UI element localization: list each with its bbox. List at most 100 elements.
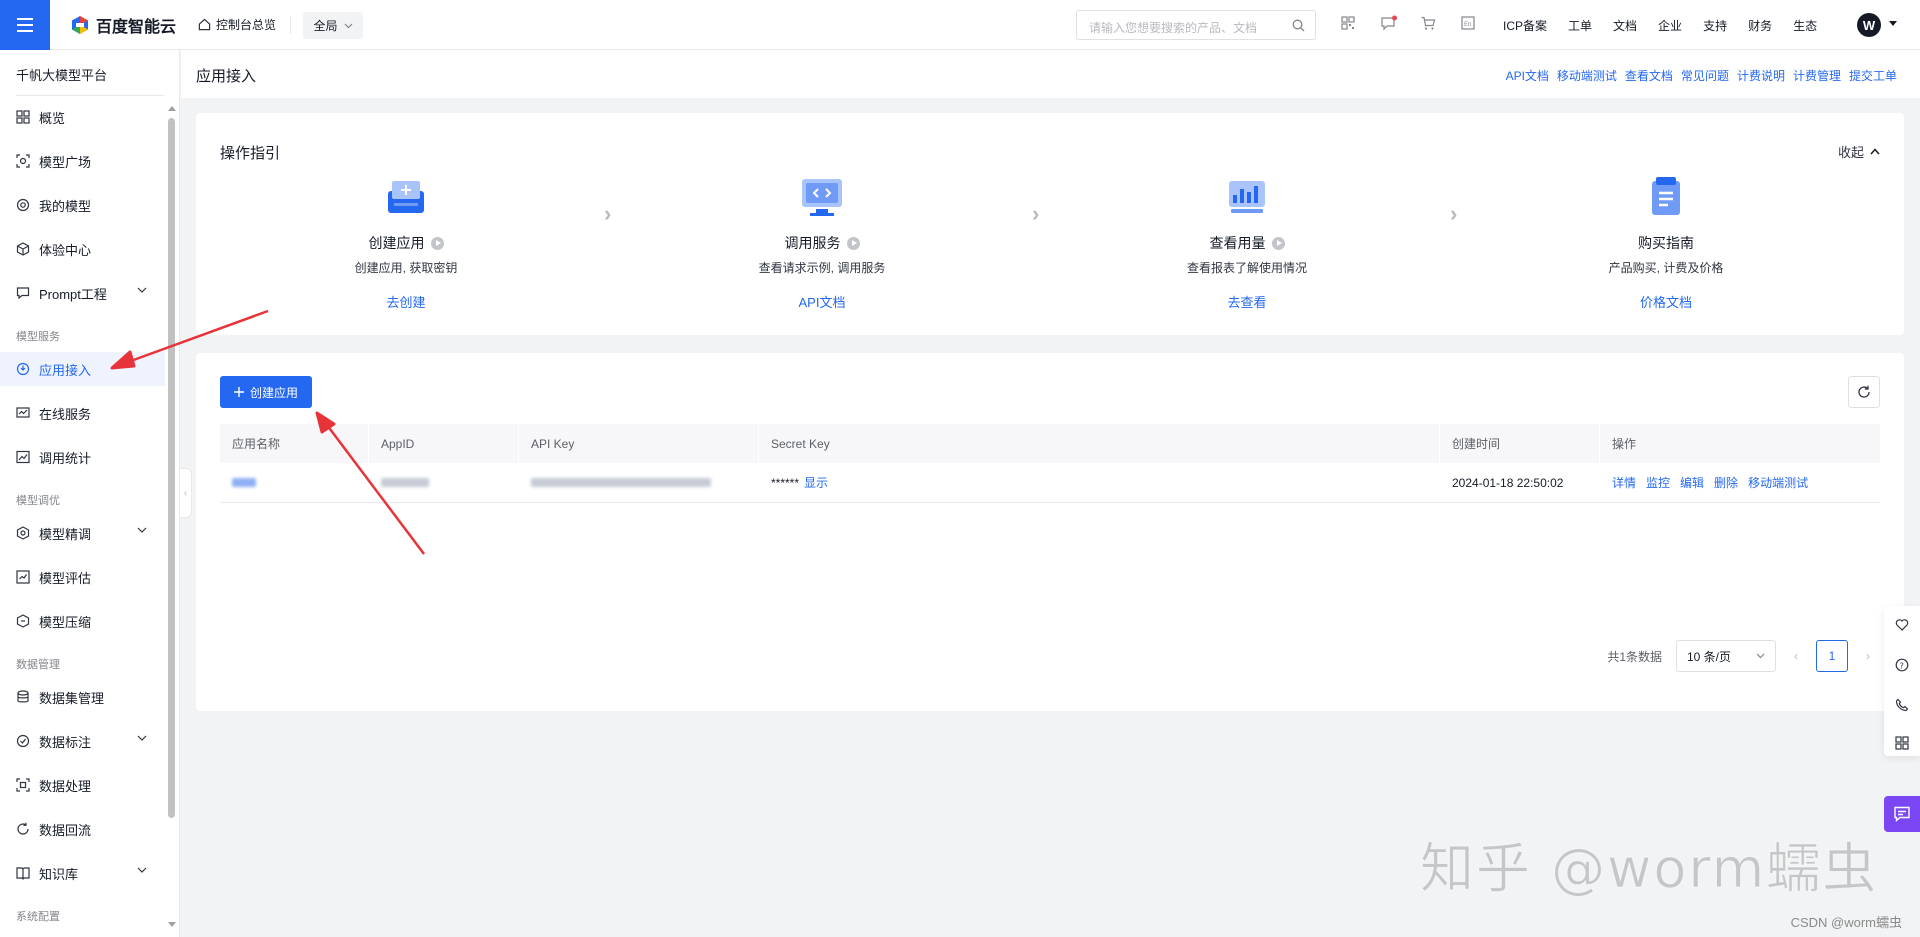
nav-link-docs[interactable]: 文档 <box>1613 17 1637 34</box>
go-view-link[interactable]: 去查看 <box>1137 292 1357 311</box>
reflow-icon <box>16 822 30 836</box>
refresh-button[interactable] <box>1848 376 1880 408</box>
sidebar-item-dataset[interactable]: 数据集管理 <box>0 680 165 714</box>
sidebar-scrollbar[interactable] <box>168 118 175 818</box>
sidebar-item-label: 调用统计 <box>39 450 92 466</box>
play-video-icon[interactable] <box>430 236 444 250</box>
chevron-down-icon[interactable] <box>137 287 147 293</box>
sidebar-item-finetune[interactable]: 模型精调 <box>0 516 165 550</box>
sidebar-item-label: 模型精调 <box>39 526 92 542</box>
sidebar-item-model-square[interactable]: 模型广场 <box>0 144 165 178</box>
api-doc-step-link[interactable]: API文档 <box>712 292 932 311</box>
play-video-icon[interactable] <box>1271 236 1285 250</box>
next-page-icon[interactable]: › <box>1856 649 1880 663</box>
go-create-link[interactable]: 去创建 <box>296 292 516 311</box>
faq-link[interactable]: 常见问题 <box>1681 67 1729 84</box>
col-header-created-time[interactable]: 创建时间 <box>1440 424 1600 463</box>
api-doc-link[interactable]: API文档 <box>1506 67 1549 84</box>
app-name-cell[interactable] <box>220 463 369 502</box>
nav-link-support[interactable]: 支持 <box>1703 17 1727 34</box>
guide-collapse-button[interactable]: 收起 <box>1838 142 1880 161</box>
scroll-down-arrow-icon[interactable] <box>168 922 176 927</box>
submit-ticket-link[interactable]: 提交工单 <box>1849 67 1897 84</box>
play-video-icon[interactable] <box>846 236 860 250</box>
online-service-icon <box>16 406 30 420</box>
sidebar-item-label: 体验中心 <box>39 242 92 258</box>
sidebar-item-prompt[interactable]: Prompt工程 <box>0 276 165 310</box>
sidebar-item-app-access[interactable]: 应用接入 <box>0 352 165 386</box>
baidu-cloud-logo[interactable]: 百度智能云 <box>70 13 176 37</box>
phone-icon[interactable] <box>1895 698 1909 712</box>
chevron-down-icon[interactable] <box>137 867 147 873</box>
nav-link-icp[interactable]: ICP备案 <box>1503 17 1547 34</box>
billing-manage-link[interactable]: 计费管理 <box>1793 67 1841 84</box>
detail-link[interactable]: 详情 <box>1612 474 1636 491</box>
col-header-app-name[interactable]: 应用名称 <box>220 424 369 463</box>
scroll-up-arrow-icon[interactable] <box>168 106 176 111</box>
sidebar-collapse-toggle[interactable]: ‹ <box>180 468 192 518</box>
sidebar-item-overview[interactable]: 概览 <box>0 100 165 134</box>
sidebar-item-online-service[interactable]: 在线服务 <box>0 396 165 430</box>
search-placeholder: 请输入您想要搜索的产品、文档 <box>1089 21 1258 35</box>
sidebar-item-label: 模型广场 <box>39 154 92 170</box>
menu-icon[interactable] <box>0 0 50 50</box>
sidebar-item-annotate[interactable]: 数据标注 <box>0 724 165 758</box>
sidebar-item-process[interactable]: 数据处理 <box>0 768 165 802</box>
grid-icon <box>16 110 30 124</box>
mobile-test-link[interactable]: 移动端测试 <box>1557 67 1617 84</box>
nav-link-finance[interactable]: 财务 <box>1748 17 1772 34</box>
step-name: 调用服务 <box>784 235 841 251</box>
create-app-button[interactable]: 创建应用 <box>220 376 312 408</box>
help-icon[interactable]: ? <box>1895 658 1909 672</box>
language-icon[interactable]: En <box>1460 15 1478 33</box>
monitor-link[interactable]: 监控 <box>1646 474 1670 491</box>
price-doc-link[interactable]: 价格文档 <box>1556 292 1776 311</box>
top-bar: 百度智能云 控制台总览 全局 请输入您想要搜索的产品、文档 En ICP备案 工… <box>0 0 1920 50</box>
mobile-test-row-link[interactable]: 移动端测试 <box>1748 474 1808 491</box>
page-number-current[interactable]: 1 <box>1816 640 1848 672</box>
floating-toolbar: ? <box>1884 606 1920 756</box>
edit-link[interactable]: 编辑 <box>1680 474 1704 491</box>
stats-icon <box>16 450 30 464</box>
search-input[interactable]: 请输入您想要搜索的产品、文档 <box>1076 10 1316 40</box>
sidebar-item-reflow[interactable]: 数据回流 <box>0 812 165 846</box>
nav-link-ticket[interactable]: 工单 <box>1568 17 1592 34</box>
avatar[interactable]: W <box>1857 13 1881 37</box>
sidebar-item-compress[interactable]: 模型压缩 <box>0 604 165 638</box>
sidebar-item-label: 在线服务 <box>39 406 92 422</box>
step-desc: 创建应用, 获取密钥 <box>354 261 458 275</box>
region-select[interactable]: 全局 <box>303 12 363 39</box>
message-icon[interactable] <box>1380 15 1398 33</box>
heart-icon[interactable] <box>1895 618 1909 632</box>
view-doc-link[interactable]: 查看文档 <box>1625 67 1673 84</box>
qrcode-icon[interactable] <box>1340 15 1358 33</box>
model-square-icon <box>16 154 30 168</box>
page-size-select[interactable]: 10 条/页 <box>1676 640 1776 672</box>
delete-link[interactable]: 删除 <box>1714 474 1738 491</box>
actions-cell: 详情 监控 编辑 删除 移动端测试 <box>1600 463 1880 502</box>
col-header-appid[interactable]: AppID <box>369 424 519 463</box>
nav-link-ecology[interactable]: 生态 <box>1793 17 1817 34</box>
col-header-api-key[interactable]: API Key <box>519 424 759 463</box>
apps-grid-icon[interactable] <box>1895 736 1909 750</box>
prev-page-icon[interactable]: ‹ <box>1784 649 1808 663</box>
cart-icon[interactable] <box>1420 15 1438 33</box>
show-secret-link[interactable]: 显示 <box>804 474 828 491</box>
nav-link-enterprise[interactable]: 企业 <box>1658 17 1682 34</box>
process-icon <box>16 778 30 792</box>
console-home-link[interactable]: 控制台总览 <box>198 16 276 33</box>
sidebar-item-evaluate[interactable]: 模型评估 <box>0 560 165 594</box>
finetune-icon <box>16 526 30 540</box>
chat-button[interactable] <box>1884 796 1920 832</box>
operation-guide-card: 操作指引 收起 创建应用 创建应用, 获取密钥 去创建 › 调用服务 查看请求示… <box>196 113 1904 335</box>
sidebar-item-knowledge[interactable]: 知识库 <box>0 856 165 890</box>
billing-info-link[interactable]: 计费说明 <box>1737 67 1785 84</box>
sidebar-item-experience[interactable]: 体验中心 <box>0 232 165 266</box>
chevron-down-icon[interactable] <box>137 527 147 533</box>
search-icon[interactable] <box>1292 19 1305 32</box>
col-header-secret-key[interactable]: Secret Key <box>759 424 1440 463</box>
chevron-down-icon[interactable] <box>137 735 147 741</box>
caret-down-icon[interactable] <box>1889 21 1897 26</box>
sidebar-item-call-stats[interactable]: 调用统计 <box>0 440 165 474</box>
sidebar-item-my-model[interactable]: 我的模型 <box>0 188 165 222</box>
